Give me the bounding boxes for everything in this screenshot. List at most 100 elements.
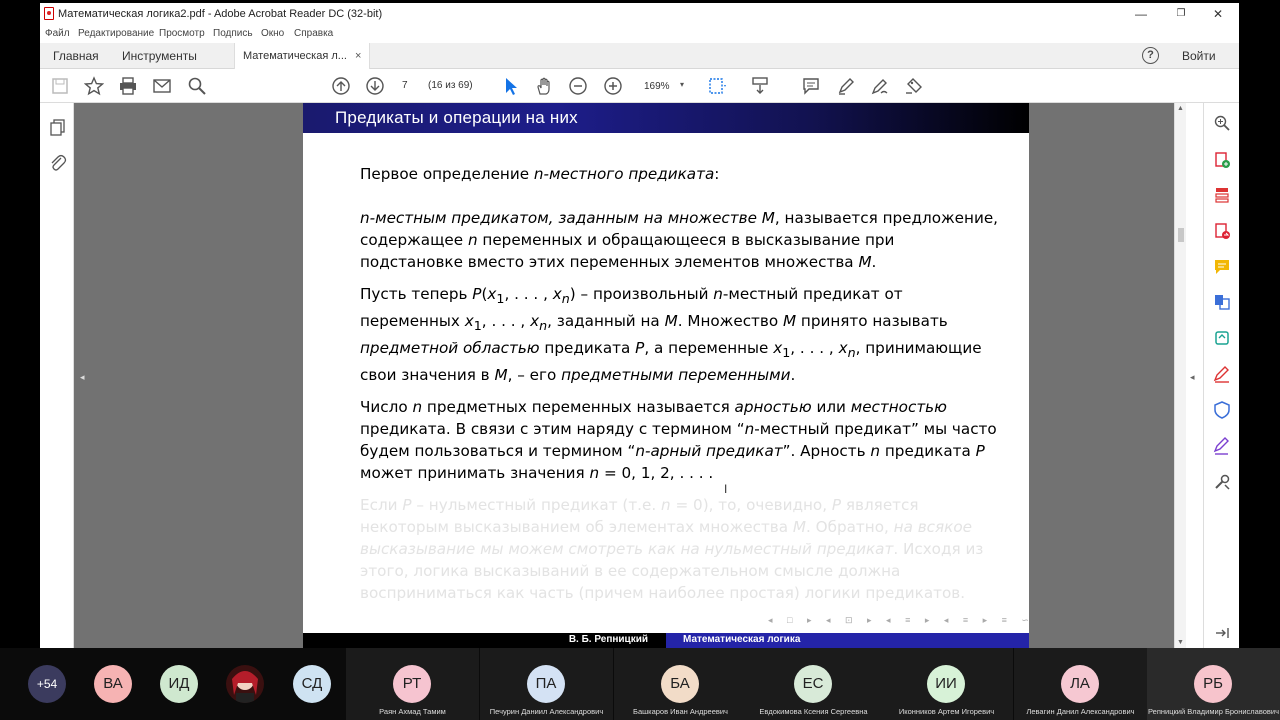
tab-close-icon[interactable]: × <box>355 50 361 62</box>
minimize-button[interactable]: — <box>1131 6 1151 22</box>
avatar: РБ <box>1194 665 1232 703</box>
participant-tile[interactable]: БА Башкаров Иван Андреевич <box>614 648 747 720</box>
beamer-navigation[interactable]: ◂ □ ▸ ◂ ⊡ ▸ ◂ ≡ ▸ ◂ ≡ ▸ ≡ ∽∾∿ <box>768 615 1029 626</box>
paragraph-3: Пусть теперь P(x1, . . . , xn) – произво… <box>360 285 982 385</box>
zoom-search-icon[interactable] <box>1213 114 1231 132</box>
print-icon[interactable] <box>118 76 138 96</box>
participant-name: Иконников Артем Игоревич <box>898 707 995 716</box>
zoom-out-icon[interactable] <box>568 76 588 96</box>
close-button[interactable]: ✕ <box>1208 6 1228 22</box>
participant-tile[interactable]: ПА Печурин Даниил Александрович <box>480 648 613 720</box>
avatar: ЛА <box>1061 665 1099 703</box>
paragraph-4: Число n предметных переменных называется… <box>360 398 997 483</box>
restore-button[interactable]: ❐ <box>1171 6 1191 22</box>
page-thumbnails-icon[interactable] <box>48 118 68 138</box>
login-button[interactable]: Войти <box>1182 43 1216 69</box>
scroll-down-icon[interactable]: ▼ <box>1177 639 1184 646</box>
zoom-in-icon[interactable] <box>603 76 623 96</box>
avatar: ПА <box>527 665 565 703</box>
participant-tile[interactable]: ЛА Левагин Данил Александрович <box>1014 648 1147 720</box>
avatar: ВА <box>94 665 132 703</box>
more-tools-icon[interactable] <box>1213 473 1231 491</box>
tools-pane <box>1203 103 1239 648</box>
menu-file[interactable]: Файл <box>45 28 70 39</box>
participant-tile[interactable]: СД <box>278 648 346 720</box>
pdf-page: Предикаты и операции на них Первое опред… <box>303 103 1029 648</box>
next-page-icon[interactable] <box>365 76 385 96</box>
footer-author-bar: В. Б. Репницкий <box>303 633 666 648</box>
slide-footer: В. Б. Репницкий Математическая логика <box>303 633 1029 648</box>
participant-tile[interactable]: ВА <box>80 648 146 720</box>
menu-sign[interactable]: Подпись <box>213 28 253 39</box>
left-nav-pane <box>40 103 74 648</box>
slide-body: Первое определение n-местного предиката:… <box>360 163 1000 614</box>
help-icon[interactable]: ? <box>1142 47 1159 64</box>
participant-tile[interactable]: ИИ Иконников Артем Игоревич <box>880 648 1013 720</box>
compress-icon[interactable] <box>1213 329 1231 347</box>
avatar: РТ <box>393 665 431 703</box>
menu-window[interactable]: Окно <box>261 28 284 39</box>
scroll-mode-icon[interactable] <box>750 76 770 96</box>
slide-header: Предикаты и операции на них <box>303 103 1029 133</box>
menu-help[interactable]: Справка <box>294 28 333 39</box>
zoom-select[interactable]: 169% ▾ <box>638 79 692 95</box>
participant-tile[interactable]: ИД <box>146 648 212 720</box>
scroll-up-icon[interactable]: ▲ <box>1177 105 1184 112</box>
sign-icon[interactable] <box>870 76 890 96</box>
left-pane-collapse-icon[interactable]: ◂ <box>80 372 85 383</box>
expand-pane-icon[interactable] <box>1213 624 1231 642</box>
more-participants-badge[interactable]: +54 <box>28 665 66 703</box>
prev-page-icon[interactable] <box>331 76 351 96</box>
participant-tile[interactable]: ЕС Евдокимова Ксения Сергеевна <box>747 648 880 720</box>
avatar: БА <box>661 665 699 703</box>
page-count: (16 из 69) <box>428 80 473 91</box>
participant-name: Печурин Даниил Александрович <box>489 707 604 716</box>
mail-icon[interactable] <box>152 76 172 96</box>
menu-view[interactable]: Просмотр <box>159 28 205 39</box>
acrobat-window: Математическая логика2.pdf - Adobe Acrob… <box>40 3 1239 648</box>
select-cursor-icon[interactable] <box>501 76 521 96</box>
participant-tile[interactable] <box>212 648 278 720</box>
fit-page-icon[interactable] <box>707 76 727 96</box>
participant-name: Репницкий Владимир Брониславович <box>1147 707 1280 716</box>
screen: Математическая логика2.pdf - Adobe Acrob… <box>0 0 1280 720</box>
participant-tile[interactable]: РТ Раян Ахмад Тамим <box>346 648 479 720</box>
document-viewport[interactable]: ◂ Предикаты и операции на них Первое опр… <box>74 103 1174 648</box>
hand-icon[interactable] <box>534 76 554 96</box>
combine-files-icon[interactable] <box>1213 293 1231 311</box>
search-icon[interactable] <box>187 76 207 96</box>
tab-tools[interactable]: Инструменты <box>122 43 197 69</box>
fill-sign-icon[interactable] <box>1213 365 1231 383</box>
participant-name: Евдокимова Ксения Сергеевна <box>759 707 868 716</box>
comment-tool-icon[interactable] <box>1213 258 1231 276</box>
page-number-input[interactable]: 7 <box>402 80 408 91</box>
create-pdf-icon[interactable] <box>1213 151 1231 169</box>
paragraph-2: n-местным предикатом, заданным на множес… <box>360 209 998 271</box>
comment-icon[interactable] <box>801 76 821 96</box>
right-pane-toggle-strip: ◂ <box>1186 103 1203 648</box>
share-icon[interactable] <box>904 76 924 96</box>
title-bar: Математическая логика2.pdf - Adobe Acrob… <box>40 3 1239 25</box>
participant-name: Левагин Данил Александрович <box>1026 707 1135 716</box>
protect-icon[interactable] <box>1213 401 1231 419</box>
save-icon[interactable] <box>50 76 70 96</box>
participant-tile-active[interactable]: РБ Репницкий Владимир Брониславович <box>1147 648 1280 720</box>
paragraph-5-faded: Если P – нульместный предикат (т.е. n = … <box>360 496 984 603</box>
edit-sign-icon[interactable] <box>1213 437 1231 455</box>
vertical-scrollbar[interactable]: ▲ ▼ <box>1174 103 1186 648</box>
right-pane-collapse-icon[interactable]: ◂ <box>1190 372 1195 383</box>
window-title: Математическая логика2.pdf - Adobe Acrob… <box>58 8 383 20</box>
scroll-thumb[interactable] <box>1178 228 1184 242</box>
tab-home[interactable]: Главная <box>53 43 99 69</box>
highlight-pen-icon[interactable] <box>836 76 856 96</box>
participant-tile[interactable]: +54 <box>0 648 80 720</box>
export-pdf-icon[interactable] <box>1213 222 1231 240</box>
chevron-down-icon: ▾ <box>680 80 685 89</box>
menu-edit[interactable]: Редактирование <box>78 28 154 39</box>
star-icon[interactable] <box>83 76 105 96</box>
organize-pages-icon[interactable] <box>1213 186 1231 204</box>
attachment-icon[interactable] <box>48 153 68 173</box>
participant-name: Башкаров Иван Андреевич <box>633 707 728 716</box>
avatar: ЕС <box>794 665 832 703</box>
tab-document[interactable]: Математическая л... × <box>234 43 371 70</box>
